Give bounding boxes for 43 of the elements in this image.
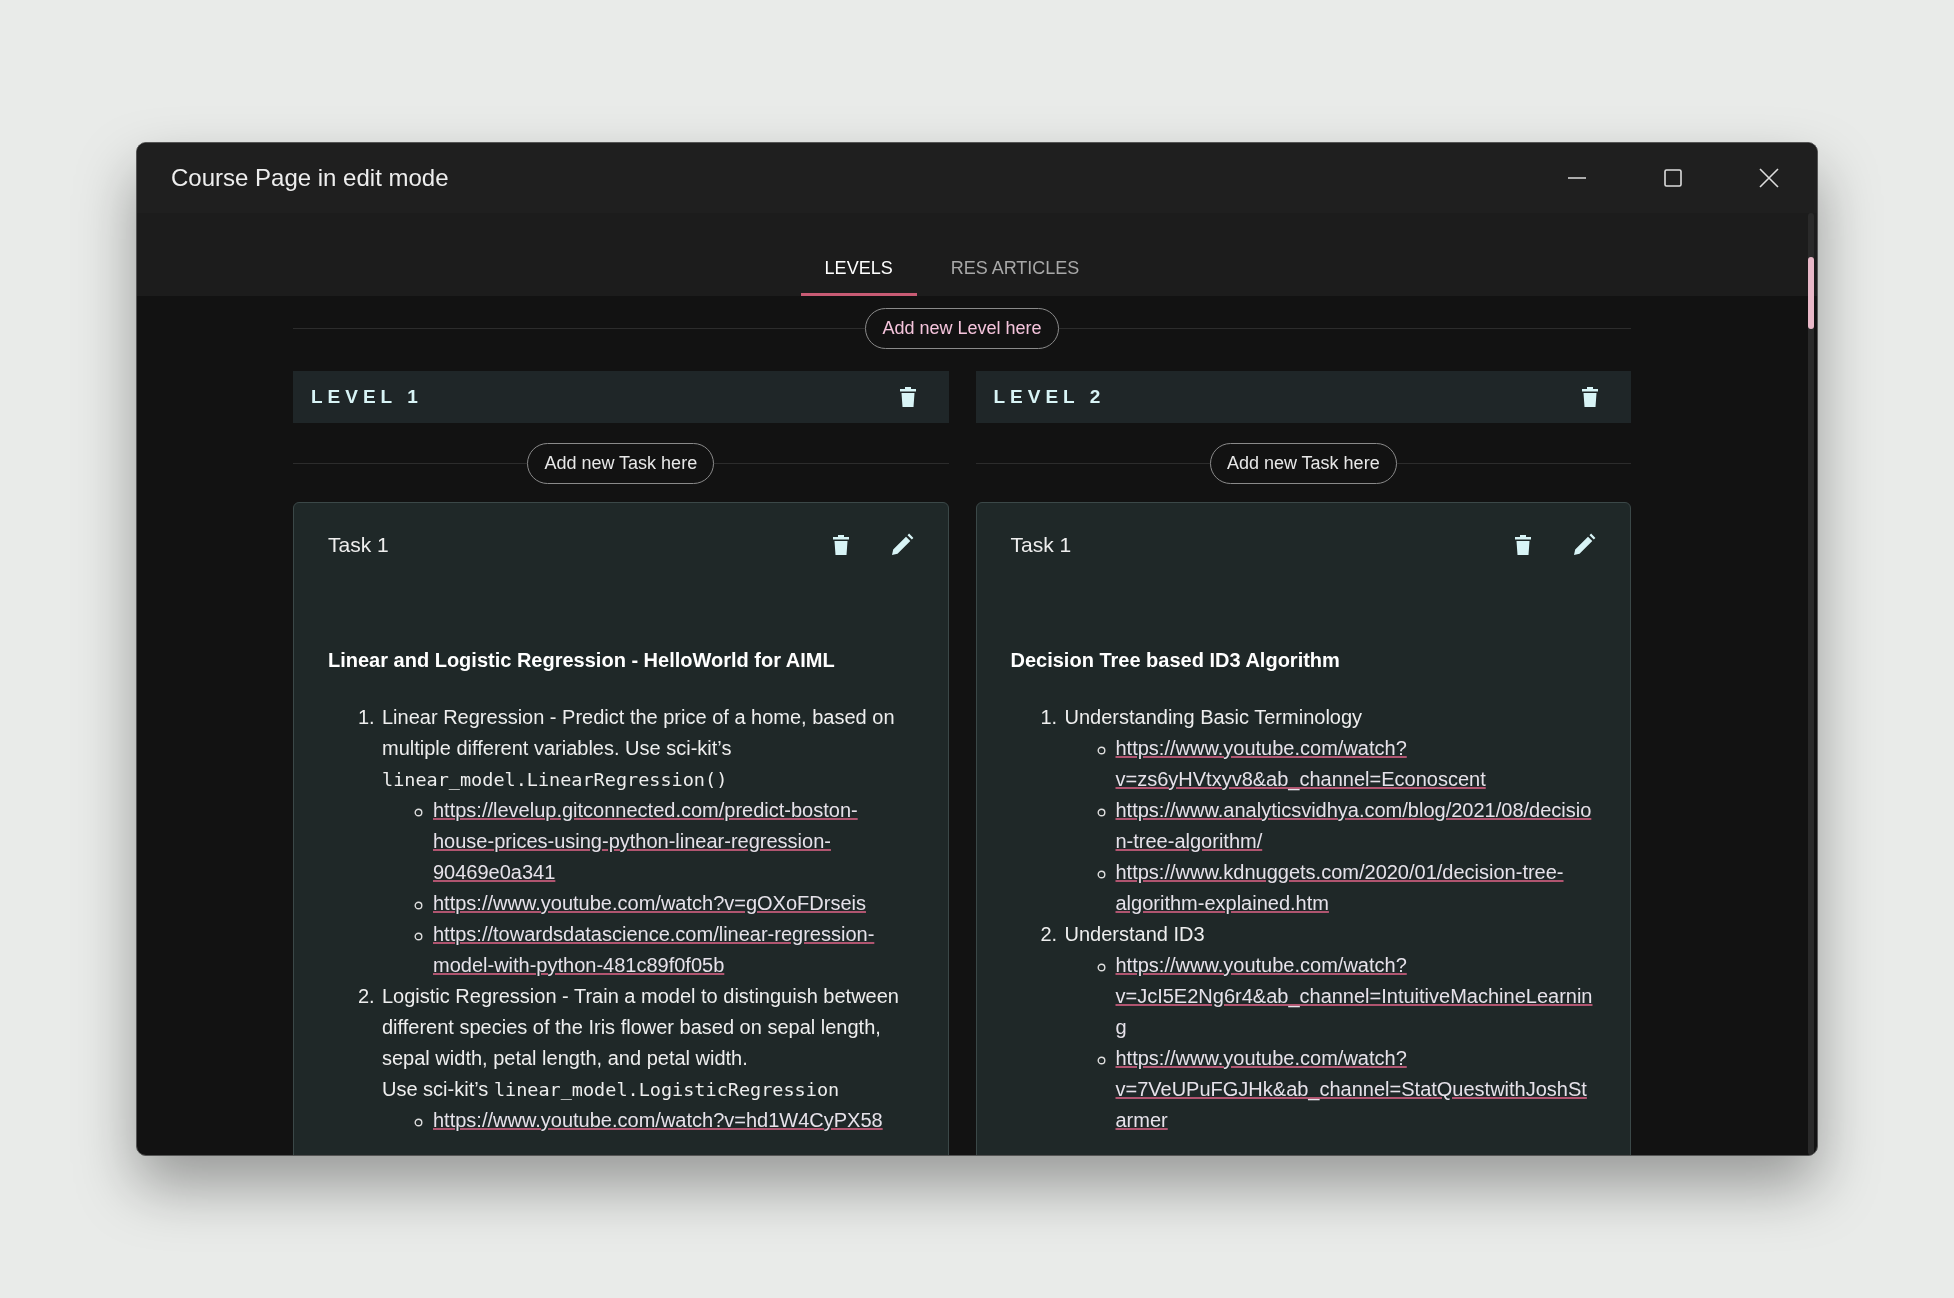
close-icon [1758,167,1780,189]
bullet-icon [1096,870,1106,879]
trash-icon[interactable] [831,534,850,556]
list-number: 1. [1040,705,1059,730]
list-number: 2. [1040,922,1059,947]
maximize-icon [1663,168,1683,188]
link[interactable]: https://www.youtube.com/watch?v=hd1W4CyPX58 [433,1105,883,1136]
bullet-icon [414,1118,423,1127]
level-title: LEVEL 1 [311,386,423,408]
task-title: Task 1 [328,533,390,557]
link[interactable]: https://towardsdatascience.com/linear-regression-model-with-python-481c89f0f05b [433,919,914,981]
bullet-icon [414,932,423,941]
list-number: 1. [358,705,376,730]
tab[interactable]: RES ARTICLES [926,213,1104,296]
list-item-text: Use sci-kit’s linear_model.LogisticRegression [382,1077,841,1102]
trash-icon[interactable] [1514,534,1532,556]
bullet-icon [1096,1056,1106,1065]
bullet-icon [414,901,423,910]
pencil-icon[interactable] [1572,533,1596,557]
tab[interactable]: LEVELS [800,213,917,296]
list-item-text: Understanding Basic Terminology [1064,705,1364,730]
task-title: Task 1 [1010,533,1073,557]
scrollbar[interactable] [1808,213,1814,1155]
bullet-icon [1096,808,1106,817]
list-number: 2. [358,984,376,1009]
link[interactable]: https://www.youtube.com/watch?v=gOXoFDrseis [433,888,866,919]
window-title: Course Page in edit mode [171,164,449,192]
list-item-text: Understand ID3 [1064,922,1206,947]
list-item-text: Logistic Regression - Train a model to distinguish between different species of the Iris flower based on sepal length, sepal width, petal length, and petal width. [382,984,900,1071]
bullet-icon [1096,963,1106,972]
bullet-icon [1096,746,1106,755]
level-title: LEVEL 2 [993,386,1106,408]
trash-icon[interactable] [1581,386,1599,408]
link[interactable]: https://www.youtube.com/watch?v=7VeUPuFGJHk&ab_channel=StatQuestwithJoshStarmer [1115,1043,1596,1136]
list-item-text: Linear Regression - Predict the price of a home, based on multiple different variables. Use sci-kit’s linear_model.LinearRegression() [382,705,896,792]
scrollbar-thumb[interactable] [1808,257,1814,329]
bullet-icon [414,808,423,817]
task-heading: Decision Tree based ID3 Algorithm [1010,649,1341,672]
minimize-icon [1567,177,1587,179]
trash-icon[interactable] [898,386,917,408]
task-heading: Linear and Logistic Regression - HelloWorld for AIML [328,649,836,672]
pencil-icon[interactable] [889,533,914,557]
link[interactable]: https://www.kdnuggets.com/2020/01/decision-tree-algorithm-explained.htm [1115,857,1596,919]
